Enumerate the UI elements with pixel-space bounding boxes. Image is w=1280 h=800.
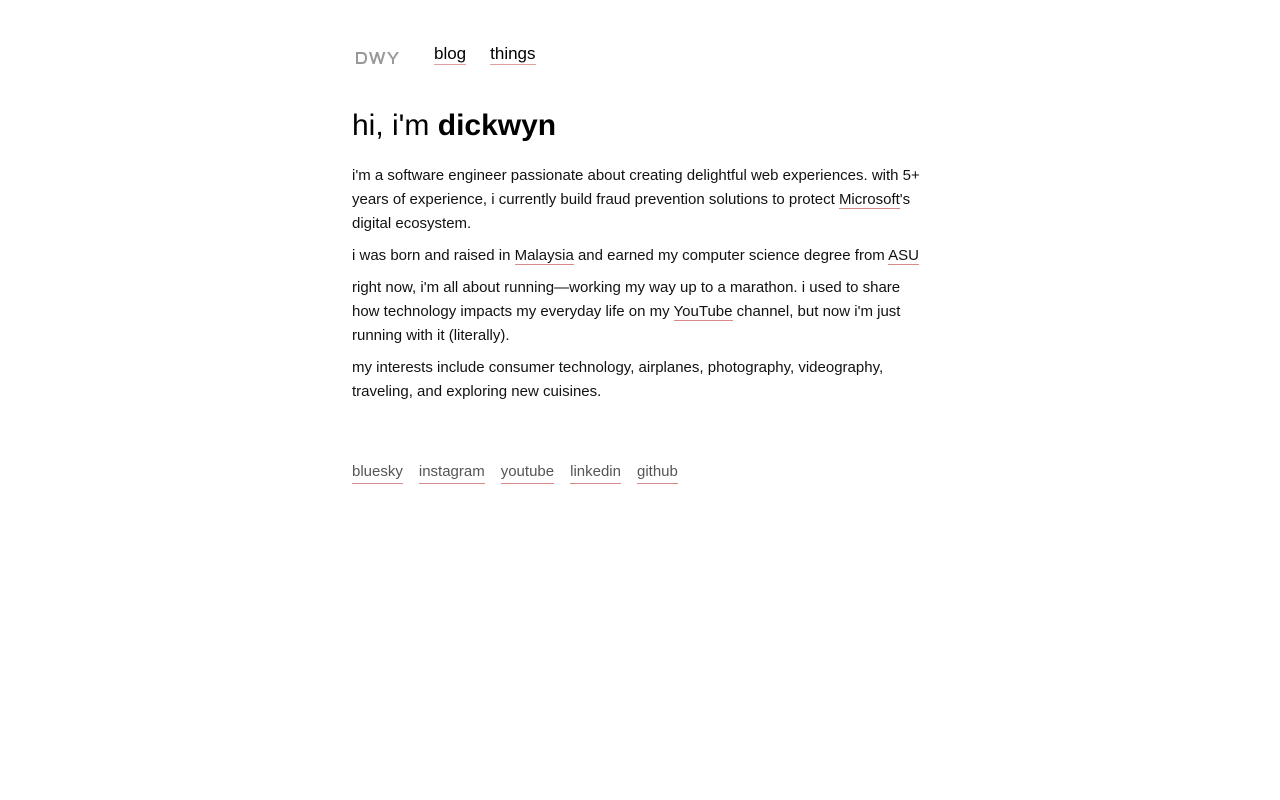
- top-nav: blog things: [352, 40, 560, 70]
- social-link-linkedin[interactable]: linkedin: [570, 461, 621, 484]
- paragraph-origin: i was born and raised in Malaysia and ea…: [352, 244, 928, 268]
- paragraph-running: right now, i'm all about running—working…: [352, 276, 928, 348]
- site-logo[interactable]: [352, 45, 410, 65]
- social-links: bluesky instagram youtube linkedin githu…: [352, 461, 678, 484]
- nav-things-link[interactable]: things: [490, 45, 536, 65]
- asu-link[interactable]: ASU: [888, 247, 919, 265]
- paragraph-text: i was born and raised in: [352, 247, 515, 264]
- malaysia-link[interactable]: Malaysia: [514, 247, 574, 265]
- name-text: dickwyn: [437, 109, 557, 142]
- social-link-youtube[interactable]: youtube: [500, 461, 555, 484]
- nav-blog-link[interactable]: blog: [434, 45, 467, 65]
- paragraph-text: i'm a software engineer passionate about…: [352, 167, 920, 208]
- social-link-bluesky[interactable]: bluesky: [352, 461, 403, 484]
- paragraph-text: and earned my computer science degree fr…: [573, 247, 889, 264]
- paragraph-interests: my interests include consumer technology…: [352, 359, 884, 400]
- dwy-logo-icon: [356, 52, 399, 64]
- greeting-text: hi, i'm: [352, 109, 438, 142]
- page-title: hi, i'm dickwyn: [352, 108, 556, 144]
- microsoft-link[interactable]: Microsoft: [838, 191, 900, 209]
- social-link-github[interactable]: github: [636, 461, 678, 484]
- social-link-instagram[interactable]: instagram: [418, 461, 485, 484]
- about-content: i'm a software engineer passionate about…: [352, 164, 928, 412]
- paragraph-work: i'm a software engineer passionate about…: [352, 164, 928, 236]
- youtube-channel-link[interactable]: YouTube: [673, 303, 733, 321]
